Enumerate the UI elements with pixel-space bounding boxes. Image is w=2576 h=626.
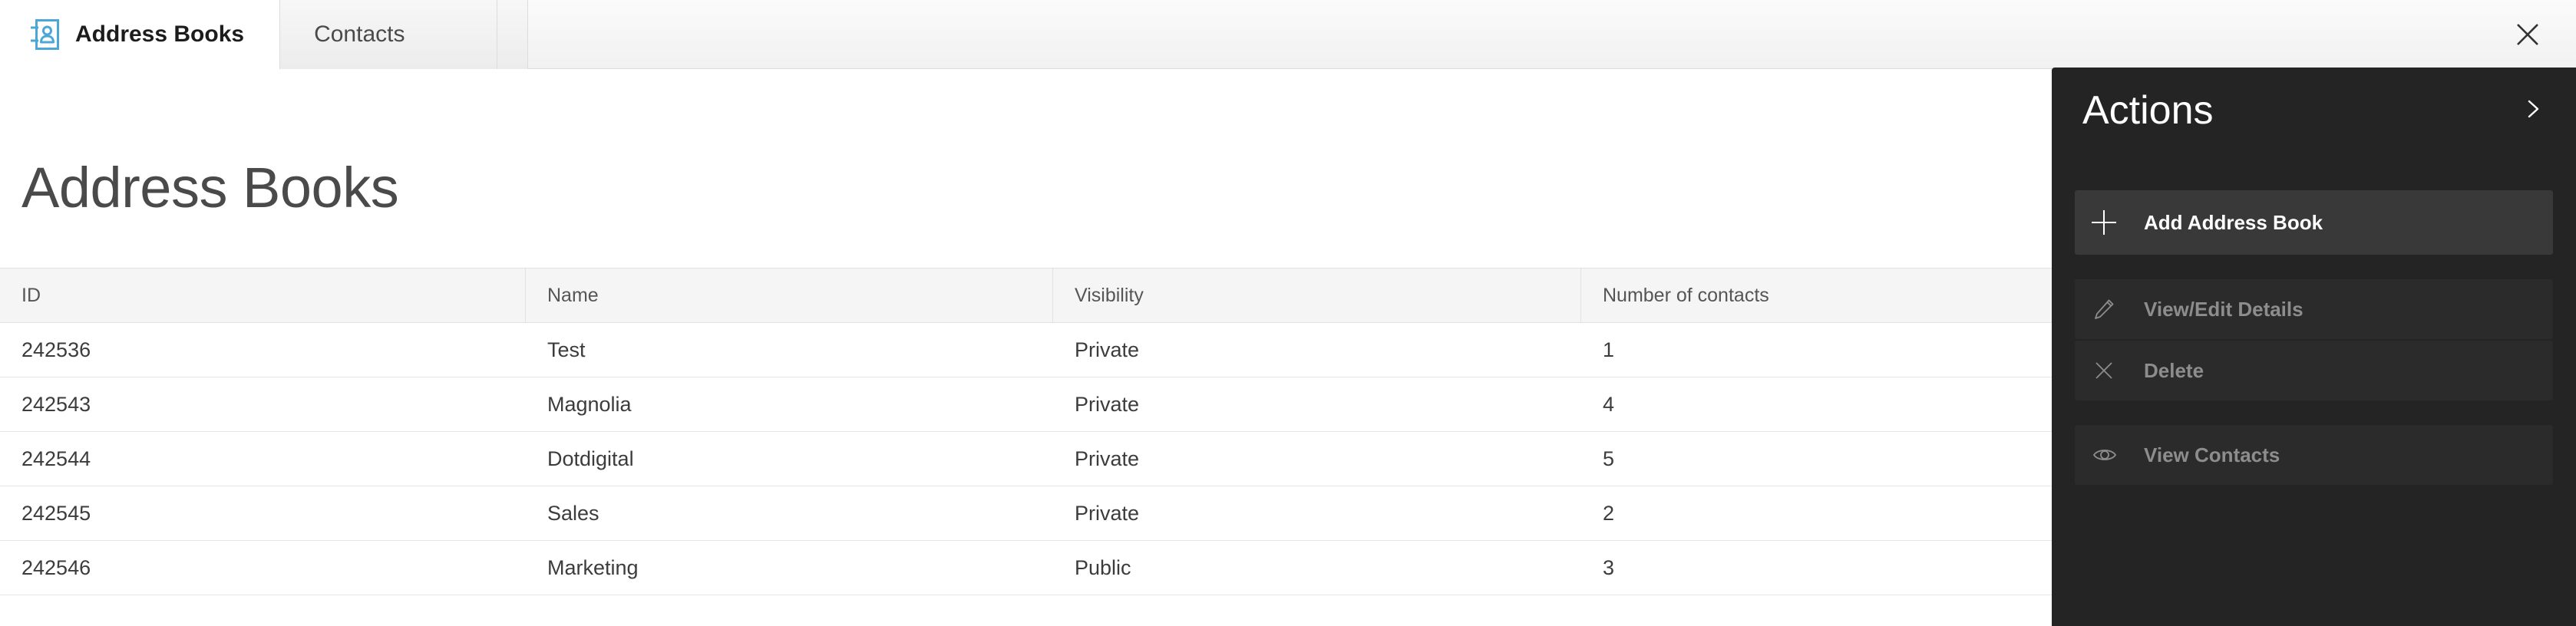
cell-visibility: Private: [1075, 446, 1140, 470]
action-label: Add Address Book: [2144, 210, 2323, 234]
cell-name: Magnolia: [547, 392, 632, 416]
tab-label: Contacts: [314, 21, 405, 47]
cell-visibility: Private: [1075, 392, 1140, 416]
close-icon: [2512, 19, 2543, 50]
cell-id: 242543: [21, 392, 91, 416]
address-book-icon: [29, 18, 60, 51]
view-edit-details-button[interactable]: View/Edit Details: [2075, 279, 2553, 339]
delete-button[interactable]: Delete: [2075, 341, 2553, 400]
table-row[interactable]: 242544 Dotdigital Private 5: [0, 432, 2052, 486]
cell-contacts: 2: [1603, 501, 1615, 525]
table-header-row: ID Name Visibility Number of contacts: [0, 268, 2052, 323]
close-window-button[interactable]: [2510, 17, 2545, 52]
tab-bar-filler: [497, 0, 529, 69]
cell-name: Test: [547, 338, 586, 361]
column-header-visibility[interactable]: Visibility: [1053, 268, 1581, 323]
actions-panel-title: Actions: [2082, 88, 2214, 133]
tab-list: Address Books Contacts: [0, 0, 529, 69]
cell-contacts: 3: [1603, 555, 1615, 579]
actions-group-item: Delete: [2052, 341, 2576, 400]
cell-contacts: 4: [1603, 392, 1615, 416]
table-row[interactable]: 242543 Magnolia Private 4: [0, 377, 2052, 432]
action-label: View/Edit Details: [2144, 297, 2304, 321]
main-content: Address Books ID Name Visibility Number …: [0, 69, 2052, 626]
actions-panel: Actions Add Address Book View/Edit Detai…: [2052, 68, 2576, 626]
actions-panel-header: Actions: [2052, 68, 2576, 167]
tab-label: Address Books: [75, 21, 245, 47]
collapse-actions-panel-button[interactable]: [2518, 95, 2548, 126]
table-row[interactable]: 242546 Marketing Public 3: [0, 541, 2052, 595]
actions-group-item: View/Edit Details: [2052, 279, 2576, 339]
view-contacts-button[interactable]: View Contacts: [2075, 425, 2553, 485]
cell-visibility: Private: [1075, 501, 1140, 525]
tab-bar: Address Books Contacts: [0, 0, 2576, 69]
cell-name: Marketing: [547, 555, 639, 579]
address-books-table: ID Name Visibility Number of contacts 24…: [0, 268, 2052, 595]
actions-list: Add Address Book View/Edit Details Delet…: [2052, 190, 2576, 485]
add-address-book-button[interactable]: Add Address Book: [2075, 190, 2553, 255]
eye-icon: [2092, 443, 2135, 467]
cell-id: 242536: [21, 338, 91, 361]
actions-group-item: View Contacts: [2052, 425, 2576, 485]
app-window: Address Books Contacts Address Books ID …: [0, 0, 2576, 626]
column-header-contacts[interactable]: Number of contacts: [1581, 268, 2052, 323]
close-x-icon: [2092, 358, 2135, 383]
cell-visibility: Public: [1075, 555, 1131, 579]
cell-id: 242546: [21, 555, 91, 579]
cell-name: Sales: [547, 501, 599, 525]
page-title: Address Books: [21, 156, 399, 219]
plus-icon: [2092, 210, 2135, 235]
actions-group-primary: Add Address Book: [2052, 190, 2576, 255]
cell-id: 242545: [21, 501, 91, 525]
cell-visibility: Private: [1075, 338, 1140, 361]
tab-contacts[interactable]: Contacts: [280, 0, 498, 69]
action-label: Delete: [2144, 358, 2204, 382]
actions-group-divider: [2052, 255, 2576, 279]
chevron-right-icon: [2520, 96, 2546, 126]
cell-contacts: 5: [1603, 446, 1615, 470]
cell-contacts: 1: [1603, 338, 1615, 361]
cell-id: 242544: [21, 446, 91, 470]
action-label: View Contacts: [2144, 443, 2280, 466]
column-header-name[interactable]: Name: [526, 268, 1053, 323]
column-header-id[interactable]: ID: [0, 268, 526, 323]
pencil-icon: [2092, 297, 2135, 321]
actions-group-divider: [2052, 400, 2576, 425]
table-row[interactable]: 242545 Sales Private 2: [0, 486, 2052, 541]
table-row[interactable]: 242536 Test Private 1: [0, 323, 2052, 377]
cell-name: Dotdigital: [547, 446, 634, 470]
table-body: 242536 Test Private 1 242543 Magnolia Pr…: [0, 323, 2052, 595]
tab-address-books[interactable]: Address Books: [0, 0, 281, 69]
